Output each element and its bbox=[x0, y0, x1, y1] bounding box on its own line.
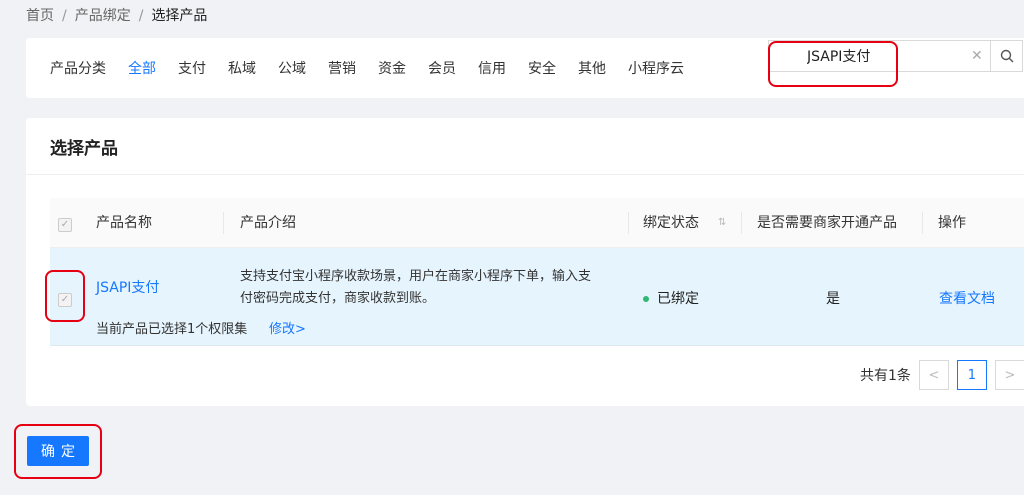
needs-activation-value: 是 bbox=[826, 291, 840, 307]
category-other[interactable]: 其他 bbox=[578, 58, 606, 78]
binding-status: 已绑定 bbox=[643, 288, 699, 308]
next-page-button[interactable]: > bbox=[994, 360, 1024, 390]
column-binding-status[interactable]: 绑定状态 bbox=[643, 198, 699, 248]
card-divider bbox=[26, 174, 1024, 175]
sort-icon[interactable]: ⇅ bbox=[718, 198, 726, 248]
column-product-name: 产品名称 bbox=[96, 215, 152, 231]
permission-text: 当前产品已选择1个权限集 bbox=[96, 322, 248, 337]
binding-status-text: 已绑定 bbox=[657, 291, 699, 307]
search-icon bbox=[1000, 49, 1013, 63]
product-intro-line1: 支持支付宝小程序收款场景，用户在商家小程序下单，输入支 bbox=[240, 269, 592, 284]
breadcrumb-product-binding[interactable]: 产品绑定 bbox=[75, 8, 131, 24]
category-payment[interactable]: 支付 bbox=[178, 58, 206, 78]
column-actions: 操作 bbox=[938, 215, 966, 231]
confirm-highlight-box bbox=[14, 424, 102, 479]
table-row: ✓ JSAPI支付 当前产品已选择1个权限集 修改> 支持支付宝小程序收款场景，… bbox=[50, 248, 1024, 346]
product-name-link[interactable]: JSAPI支付 bbox=[96, 277, 159, 297]
breadcrumb-home[interactable]: 首页 bbox=[26, 8, 54, 24]
category-tabs: 产品分类 全部 支付 私域 公域 营销 资金 会员 信用 安全 其他 小程序云 bbox=[50, 38, 706, 98]
card-title: 选择产品 bbox=[50, 139, 118, 159]
prev-page-button[interactable]: < bbox=[918, 360, 949, 390]
category-mini-program-cloud[interactable]: 小程序云 bbox=[628, 58, 684, 78]
status-dot-icon bbox=[643, 296, 649, 302]
close-icon[interactable]: ✕ bbox=[971, 48, 983, 64]
checkbox-highlight-box bbox=[45, 270, 85, 322]
category-label: 产品分类 bbox=[50, 61, 106, 77]
pagination-total: 共有1条 bbox=[860, 368, 911, 384]
category-all[interactable]: 全部 bbox=[128, 58, 156, 78]
category-public-domain[interactable]: 公域 bbox=[278, 58, 306, 78]
column-product-intro: 产品介绍 bbox=[240, 215, 296, 231]
product-intro-line2: 付密码完成支付，商家收款到账。 bbox=[240, 291, 436, 306]
view-docs-link[interactable]: 查看文档 bbox=[939, 288, 995, 308]
category-credit[interactable]: 信用 bbox=[478, 58, 506, 78]
category-security[interactable]: 安全 bbox=[528, 58, 556, 78]
category-funds[interactable]: 资金 bbox=[378, 58, 406, 78]
category-marketing[interactable]: 营销 bbox=[328, 58, 356, 78]
search-button[interactable] bbox=[990, 40, 1022, 72]
category-member[interactable]: 会员 bbox=[428, 58, 456, 78]
breadcrumb-current: 选择产品 bbox=[151, 8, 208, 24]
search-highlight-box bbox=[768, 41, 898, 87]
page-1-button[interactable]: 1 bbox=[956, 360, 987, 390]
modify-link[interactable]: 修改> bbox=[269, 318, 306, 337]
category-private-domain[interactable]: 私域 bbox=[228, 58, 256, 78]
product-card: 选择产品 ✓ 产品名称 产品介绍 绑定状态 ⇅ 是否需要商家开通产品 操作 ✓ … bbox=[26, 118, 1024, 406]
table-header: ✓ 产品名称 产品介绍 绑定状态 ⇅ 是否需要商家开通产品 操作 bbox=[50, 198, 1024, 248]
column-needs-activation: 是否需要商家开通产品 bbox=[757, 215, 897, 231]
pagination: 共有1条 < 1 > bbox=[860, 360, 1024, 390]
breadcrumb: 首页 / 产品绑定 / 选择产品 bbox=[26, 8, 208, 24]
select-all-checkbox[interactable]: ✓ bbox=[58, 198, 72, 248]
product-table: ✓ 产品名称 产品介绍 绑定状态 ⇅ 是否需要商家开通产品 操作 ✓ JSAPI… bbox=[50, 198, 1024, 346]
